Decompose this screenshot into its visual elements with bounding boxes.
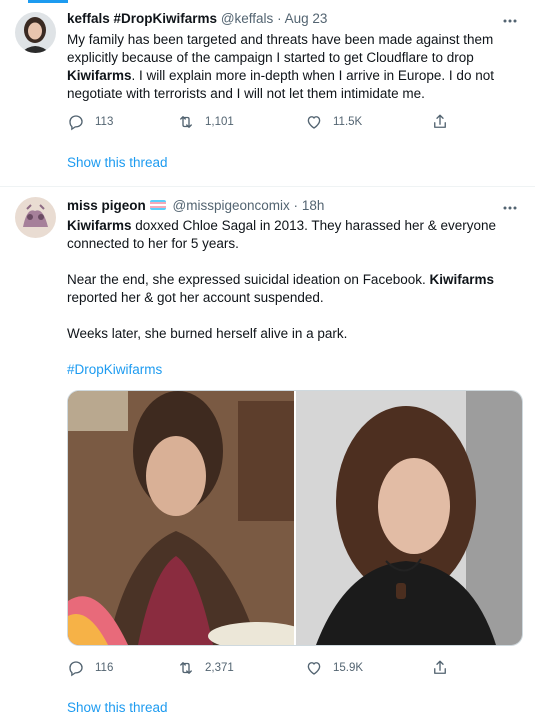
- separator: ·: [277, 11, 282, 26]
- reply-icon: [69, 661, 83, 677]
- retweet-button[interactable]: 2,371: [177, 659, 234, 677]
- paragraph: Kiwifarms doxxed Chloe Sagal in 2013. Th…: [67, 217, 507, 253]
- like-count: 15.9K: [333, 662, 364, 674]
- show-thread-link[interactable]: Show this thread: [67, 700, 168, 715]
- bold-word: Kiwifarms: [67, 218, 132, 233]
- tweet-text: My family has been targeted and threats …: [67, 31, 507, 103]
- bold-word: Kiwifarms: [429, 272, 495, 287]
- hashtag-link[interactable]: #DropKiwifarms: [67, 362, 162, 377]
- timestamp[interactable]: Aug 23: [285, 11, 328, 26]
- tweet-actions: 116 2,371 15.9K: [67, 659, 507, 679]
- media-grid[interactable]: [67, 390, 523, 646]
- tweet-keffals[interactable]: keffals #DropKiwifarms @keffals · Aug 23…: [0, 0, 535, 186]
- more-icon[interactable]: [503, 14, 517, 24]
- mention-bold: Kiwifarms: [67, 68, 132, 83]
- like-icon: [307, 116, 321, 129]
- text-part: My family has been targeted and threats …: [67, 32, 494, 65]
- handle[interactable]: @keffals: [221, 11, 273, 26]
- reply-count: 113: [95, 116, 114, 128]
- retweet-button[interactable]: 1,101: [177, 113, 234, 131]
- avatar[interactable]: [15, 197, 56, 238]
- display-name[interactable]: keffals #DropKiwifarms: [67, 11, 217, 26]
- share-icon: [434, 660, 446, 674]
- tweet-misspigeon[interactable]: miss pigeon @misspigeoncomix · 18h Kiwif…: [0, 187, 535, 724]
- share-button[interactable]: [431, 113, 459, 131]
- tweet-header: miss pigeon @misspigeoncomix · 18h: [67, 197, 324, 215]
- text-part: doxxed Chloe Sagal in 2013. They harasse…: [67, 218, 497, 251]
- retweet-icon: [180, 662, 192, 674]
- tweet-text: Kiwifarms doxxed Chloe Sagal in 2013. Th…: [67, 217, 507, 343]
- reply-button[interactable]: 116: [67, 659, 113, 677]
- like-count: 11.5K: [333, 116, 363, 128]
- tweet-header: keffals #DropKiwifarms @keffals · Aug 23: [67, 10, 327, 28]
- separator: ·: [293, 198, 299, 213]
- like-button[interactable]: 15.9K: [305, 659, 363, 677]
- timestamp[interactable]: 18h: [302, 198, 325, 213]
- tweet-actions: 113 1,101 11.5K: [67, 113, 507, 133]
- retweet-count: 2,371: [205, 662, 234, 674]
- text-part: Near the end, she expressed suicidal ide…: [67, 272, 430, 287]
- reply-button[interactable]: 113: [67, 113, 113, 131]
- handle[interactable]: @misspigeoncomix: [173, 198, 290, 213]
- like-icon: [307, 662, 321, 675]
- retweet-icon: [180, 116, 192, 128]
- reply-count: 116: [95, 662, 114, 674]
- photo-left[interactable]: [68, 391, 308, 645]
- reply-icon: [69, 115, 83, 131]
- photo-right[interactable]: [296, 391, 522, 645]
- share-button[interactable]: [431, 659, 459, 677]
- avatar[interactable]: [15, 12, 56, 53]
- text-part: . I will explain more in-depth when I ar…: [67, 68, 494, 101]
- share-icon: [434, 114, 446, 128]
- show-thread-link[interactable]: Show this thread: [67, 155, 168, 170]
- more-icon[interactable]: [503, 201, 517, 211]
- display-name[interactable]: miss pigeon: [67, 198, 146, 213]
- text-part: Weeks later, she burned herself alive in…: [67, 326, 348, 341]
- paragraph: Near the end, she expressed suicidal ide…: [67, 271, 507, 307]
- paragraph: Weeks later, she burned herself alive in…: [67, 325, 507, 343]
- text-part: reported her & got her account suspended…: [67, 290, 324, 305]
- trans-flag-icon: [149, 200, 166, 211]
- retweet-count: 1,101: [205, 116, 234, 128]
- like-button[interactable]: 11.5K: [305, 113, 362, 131]
